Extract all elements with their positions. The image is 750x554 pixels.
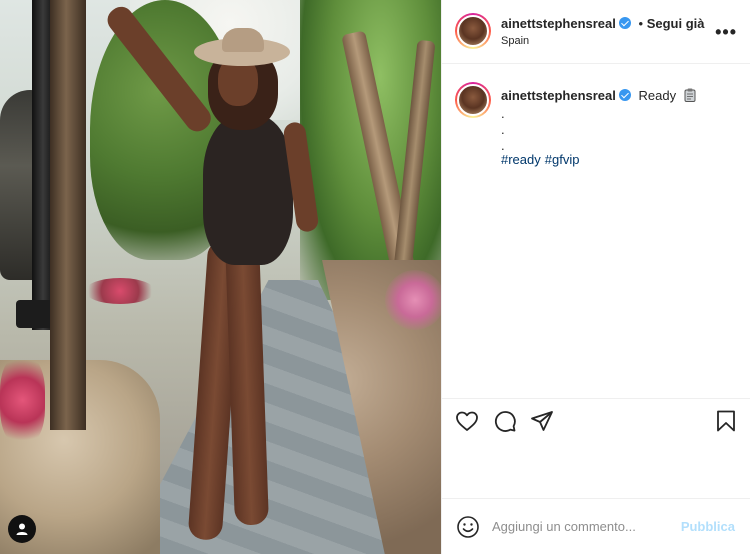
wooden-pole [50, 0, 86, 430]
tagged-users-button[interactable] [8, 515, 36, 543]
heart-icon[interactable] [455, 409, 479, 433]
following-button[interactable]: Segui già [647, 16, 705, 31]
post-side-panel: ainettstephensreal • Segui già Spain •••… [441, 0, 750, 554]
comment-input[interactable]: Aggiungi un commento... [492, 519, 636, 534]
flowers-middle [85, 278, 155, 304]
verified-badge-icon [618, 17, 631, 29]
add-comment-section: Aggiungi un commento... Pubblica [442, 498, 750, 554]
hashtag-link[interactable]: #gfvip [545, 152, 580, 167]
header-title-line: ainettstephensreal • Segui già [501, 16, 704, 31]
post-photo[interactable] [0, 0, 441, 554]
caption-dot: . [501, 138, 505, 153]
woman-swimsuit [203, 115, 293, 265]
share-icon[interactable] [530, 409, 554, 433]
author-username-link[interactable]: ainettstephensreal [501, 16, 616, 31]
post-header: ainettstephensreal • Segui già Spain ••• [442, 0, 750, 64]
emoji-icon[interactable] [456, 515, 480, 539]
follow-separator: • [638, 16, 644, 31]
caption-line: ainettstephensreal Ready [501, 88, 696, 103]
comment-icon[interactable] [493, 409, 517, 433]
caption-text: Ready [638, 88, 677, 103]
verified-badge-icon [618, 89, 631, 101]
location-link[interactable]: Spain [501, 35, 529, 47]
user-icon [16, 523, 28, 535]
hat-crown [222, 28, 264, 52]
bookmark-icon[interactable] [714, 409, 738, 433]
more-options-icon[interactable]: ••• [715, 22, 737, 43]
author-avatar[interactable] [455, 13, 491, 49]
caption-username-link[interactable]: ainettstephensreal [501, 88, 616, 103]
caption-hashtags: #ready #gfvip [501, 152, 583, 167]
caption-dot: . [501, 106, 505, 121]
caption-dot: . [501, 122, 505, 137]
action-bar [442, 398, 750, 444]
hashtag-link[interactable]: #ready [501, 152, 541, 167]
caption-author-avatar[interactable] [455, 82, 491, 118]
flowers-right [385, 270, 441, 330]
flowers-left [0, 355, 45, 445]
publish-button[interactable]: Pubblica [681, 519, 735, 534]
clipboard-emoji-icon [684, 88, 696, 102]
